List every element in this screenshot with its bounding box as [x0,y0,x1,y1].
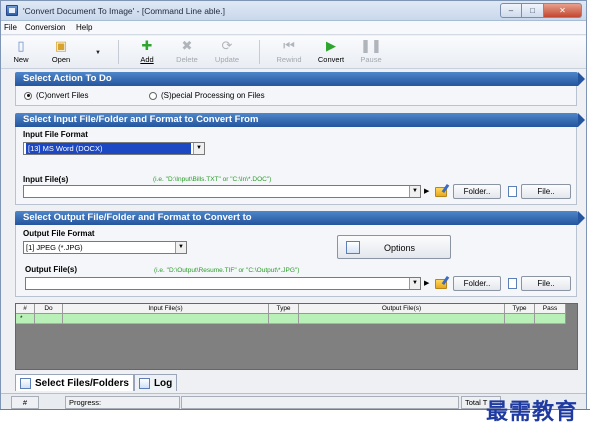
window-controls: – □ ✕ [500,3,582,18]
update-refresh-icon: ⟳ [221,38,233,53]
open-folder-icon: ▣ [54,38,68,53]
tab-select-files[interactable]: Select Files/Folders [15,374,134,391]
action-section-header: Select Action To Do [15,72,585,86]
menu-bar: File Conversion Help [1,21,586,35]
convert-button[interactable]: ▶ Convert [313,38,349,67]
toolbar-separator [259,40,260,64]
options-icon [346,241,360,254]
title-bar[interactable]: 'Convert Document To Image' - [Command L… [1,1,586,21]
col-pass: Pass [535,304,566,314]
input-format-label: Input File Format [23,130,88,139]
pause-button[interactable]: ❚❚ Pause [353,38,389,67]
output-format-select[interactable]: [1] JPEG (*.JPG) ▼ [23,241,187,254]
output-folder-button[interactable]: Folder.. [453,276,501,291]
output-files-field[interactable]: ▼ [25,277,421,290]
window-title: 'Convert Document To Image' - [Command L… [23,6,225,16]
log-icon [138,377,150,389]
new-document-icon: ▯ [17,38,25,53]
play-arrow-icon[interactable]: ▶ [424,186,429,198]
menu-conversion[interactable]: Conversion [25,23,65,32]
new-button[interactable]: ▯ New [3,38,39,67]
open-button[interactable]: ▣ Open [43,38,79,67]
file-grid[interactable]: # Do Input File(s) Type Output File(s) T… [15,303,578,370]
status-hash: # [11,396,39,409]
radio-dot [149,91,157,100]
options-button[interactable]: Options [337,235,451,259]
file-icon [508,186,517,197]
chevron-down-icon: ▼ [409,278,420,289]
col-input-files: Input File(s) [63,304,269,314]
status-progress: Progress: [65,396,180,409]
convert-files-radio[interactable]: (C)onvert Files [24,91,88,100]
input-files-hint: (i.e. "D:\Input\Bills.TXT" or "C:\In\*.D… [153,176,272,183]
col-type: Type [269,304,299,314]
play-arrow-icon[interactable]: ▶ [424,278,429,290]
rewind-icon: ⏮ [283,38,295,53]
input-format-select[interactable]: [13] MS Word (DOCX) ▼ [23,142,205,155]
pause-icon: ❚❚ [360,38,382,53]
open-dropdown-arrow-icon[interactable]: ▼ [95,50,101,56]
play-icon: ▶ [326,38,336,53]
table-row[interactable]: * [16,314,566,324]
add-button[interactable]: ✚ Add [129,38,165,67]
col-do: Do [35,304,63,314]
output-files-label: Output File(s) [25,265,77,274]
status-progress-bar [181,396,459,409]
input-files-label: Input File(s) [23,175,69,184]
toolbar: ▯ New ▣ Open ▼ ✚ Add ✖ Delete ⟳ Update ⏮… [1,36,586,69]
output-format-label: Output File Format [23,229,95,238]
menu-file[interactable]: File [4,23,17,32]
app-window: 'Convert Document To Image' - [Command L… [0,0,587,410]
input-folder-button[interactable]: Folder.. [453,184,501,199]
rewind-button[interactable]: ⏮ Rewind [271,38,307,67]
maximize-button[interactable]: □ [522,3,544,18]
output-file-button[interactable]: File.. [521,276,571,291]
input-files-field[interactable]: ▼ [23,185,421,198]
input-section-header: Select Input File/Folder and Format to C… [15,113,585,127]
chevron-down-icon: ▼ [193,143,204,154]
delete-button[interactable]: ✖ Delete [169,38,205,67]
file-icon [508,278,517,289]
bottom-tabs: Select Files/Folders Log [15,374,178,391]
action-section-body: (C)onvert Files (S)pecial Processing on … [15,86,577,106]
input-section-body: Input File Format [13] MS Word (DOCX) ▼ … [15,127,577,205]
special-processing-radio[interactable]: (S)pecial Processing on Files [149,91,265,100]
watermark-text: 最需教育 [486,399,579,425]
files-icon [20,377,31,389]
close-button[interactable]: ✕ [544,3,582,18]
output-section-header: Select Output File/Folder and Format to … [15,211,585,225]
input-file-button[interactable]: File.. [521,184,571,199]
radio-dot [24,91,32,100]
chevron-down-icon: ▼ [175,242,186,253]
menu-help[interactable]: Help [76,23,92,32]
minimize-button[interactable]: – [500,3,522,18]
update-button[interactable]: ⟳ Update [209,38,245,67]
delete-x-icon: ✖ [181,38,193,53]
plus-icon: ✚ [141,38,153,53]
col-output-files: Output File(s) [299,304,505,314]
chevron-down-icon: ▼ [409,186,420,197]
app-icon [6,5,18,16]
output-files-hint: (i.e. "D:\Output\Resume.TIF" or "C:\Outp… [154,267,300,274]
row-marker: * [16,314,35,324]
grid-header: # Do Input File(s) Type Output File(s) T… [16,304,566,314]
col-number: # [16,304,35,314]
output-section-body: Output File Format [1] JPEG (*.JPG) ▼ Ou… [15,225,577,297]
col-type: Type [505,304,535,314]
tab-log[interactable]: Log [133,374,178,391]
toolbar-separator [118,40,119,64]
